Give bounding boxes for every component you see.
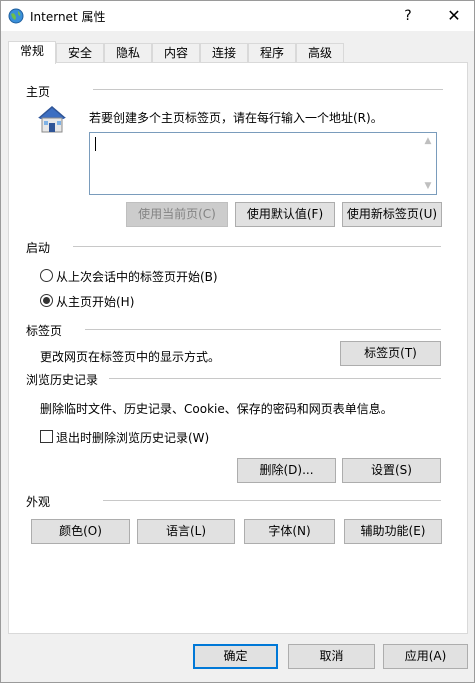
radio-last-session[interactable] bbox=[40, 269, 53, 282]
colors-button[interactable]: 颜色(O) bbox=[31, 519, 130, 544]
appearance-divider bbox=[103, 500, 441, 501]
tab-programs[interactable]: 程序 bbox=[248, 43, 296, 63]
apply-button[interactable]: 应用(A) bbox=[383, 644, 468, 669]
startup-section-label: 启动 bbox=[26, 241, 51, 255]
house-icon bbox=[38, 106, 66, 133]
history-section-label: 浏览历史记录 bbox=[26, 373, 99, 387]
use-default-button[interactable]: 使用默认值(F) bbox=[235, 202, 335, 227]
homepage-section-label: 主页 bbox=[26, 85, 51, 99]
tab-advanced[interactable]: 高级 bbox=[296, 43, 344, 63]
internet-properties-dialog: Internet 属性 ? ✕ 常规 安全 隐私 内容 连接 程序 高级 主页 … bbox=[0, 0, 475, 683]
radio-last-session-label: 从上次会话中的标签页开始(B) bbox=[56, 270, 218, 284]
tab-connections[interactable]: 连接 bbox=[200, 43, 248, 63]
accessibility-button[interactable]: 辅助功能(E) bbox=[344, 519, 442, 544]
title-bar: Internet 属性 ? ✕ bbox=[1, 1, 474, 31]
window-title: Internet 属性 bbox=[30, 10, 106, 24]
cancel-button[interactable]: 取消 bbox=[288, 644, 375, 669]
internet-globe-icon bbox=[8, 8, 24, 24]
text-caret bbox=[95, 137, 96, 151]
use-current-button[interactable]: 使用当前页(C) bbox=[126, 202, 228, 227]
tabs-section-label: 标签页 bbox=[26, 324, 63, 338]
homepage-divider bbox=[93, 89, 443, 90]
delete-on-exit-label: 退出时删除浏览历史记录(W) bbox=[56, 431, 210, 445]
scroll-down-icon[interactable]: ▼ bbox=[420, 178, 436, 194]
tabs-divider bbox=[85, 329, 441, 330]
radio-homepage[interactable] bbox=[40, 294, 53, 307]
fonts-button[interactable]: 字体(N) bbox=[244, 519, 335, 544]
delete-on-exit-checkbox[interactable] bbox=[40, 430, 53, 443]
tab-general[interactable]: 常规 bbox=[8, 41, 56, 64]
tabs-button[interactable]: 标签页(T) bbox=[340, 341, 441, 366]
history-divider bbox=[109, 378, 441, 379]
delete-history-button[interactable]: 删除(D)... bbox=[237, 458, 336, 483]
homepage-description: 若要创建多个主页标签页，请在每行输入一个地址(R)。 bbox=[89, 111, 383, 125]
tabs-description: 更改网页在标签页中的显示方式。 bbox=[40, 350, 221, 364]
history-description: 删除临时文件、历史记录、Cookie、保存的密码和网页表单信息。 bbox=[40, 402, 393, 416]
tab-content[interactable]: 内容 bbox=[152, 43, 200, 63]
radio-homepage-label: 从主页开始(H) bbox=[56, 295, 135, 309]
close-button[interactable]: ✕ bbox=[435, 1, 473, 31]
startup-divider bbox=[73, 246, 441, 247]
use-new-tab-button[interactable]: 使用新标签页(U) bbox=[342, 202, 442, 227]
homepage-scrollbar[interactable]: ▲ ▼ bbox=[420, 133, 436, 194]
homepage-address-input[interactable]: ▲ ▼ bbox=[89, 132, 437, 195]
scroll-up-icon[interactable]: ▲ bbox=[420, 133, 436, 149]
history-settings-button[interactable]: 设置(S) bbox=[342, 458, 441, 483]
tab-privacy[interactable]: 隐私 bbox=[104, 43, 152, 63]
languages-button[interactable]: 语言(L) bbox=[137, 519, 235, 544]
general-tab-panel: 主页 若要创建多个主页标签页，请在每行输入一个地址(R)。 ▲ ▼ 使用当前页(… bbox=[8, 62, 468, 634]
appearance-section-label: 外观 bbox=[26, 495, 51, 509]
help-button[interactable]: ? bbox=[393, 1, 423, 31]
tab-security[interactable]: 安全 bbox=[56, 43, 104, 63]
ok-button[interactable]: 确定 bbox=[193, 644, 278, 669]
